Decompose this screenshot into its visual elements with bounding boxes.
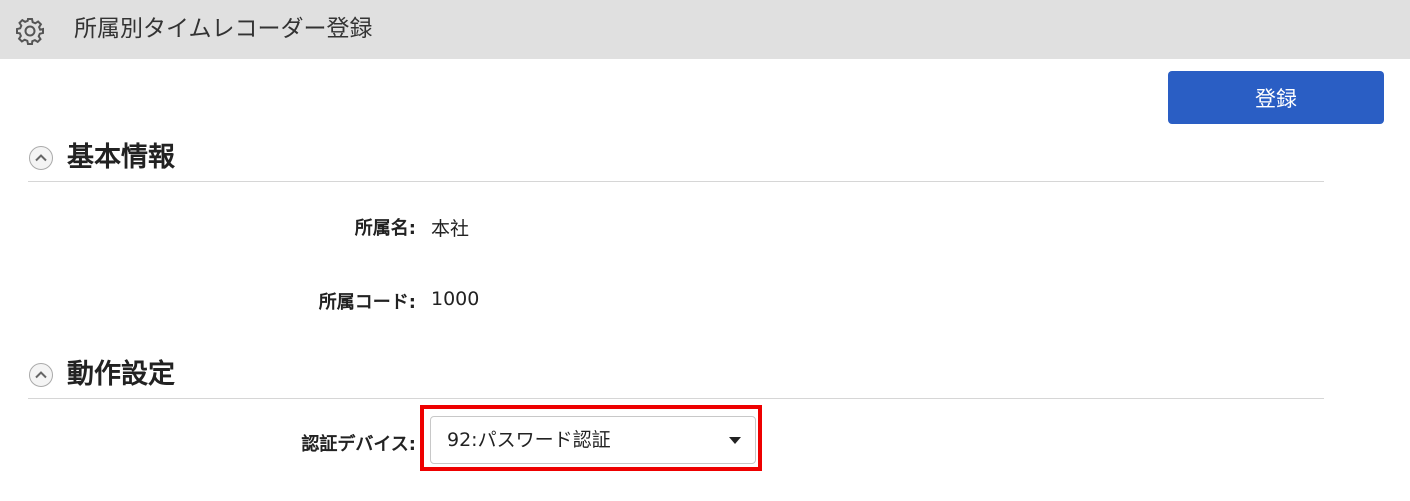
register-button[interactable]: 登録 [1168,71,1384,124]
chevron-up-icon[interactable] [28,362,54,388]
gear-icon [16,18,44,45]
dept-name-value: 本社 [431,218,470,240]
section-basic-info: 基本情報 [28,141,1324,182]
caret-down-icon [729,437,741,444]
page-title: 所属別タイムレコーダー登録 [74,16,373,42]
dept-code-value: 1000 [431,288,480,310]
section-operation-settings: 動作設定 [28,358,1324,399]
dept-name-label: 所属名: [354,218,416,239]
auth-device-selected-value: 92:パスワード認証 [447,429,611,451]
dept-code-label: 所属コード: [318,292,416,313]
chevron-up-icon[interactable] [28,145,54,171]
auth-device-select[interactable]: 92:パスワード認証 [430,416,756,464]
auth-device-label: 認証デバイス: [301,434,416,455]
section-title: 動作設定 [67,359,175,390]
section-title: 基本情報 [67,142,175,173]
title-bar: 所属別タイムレコーダー登録 [0,0,1410,59]
